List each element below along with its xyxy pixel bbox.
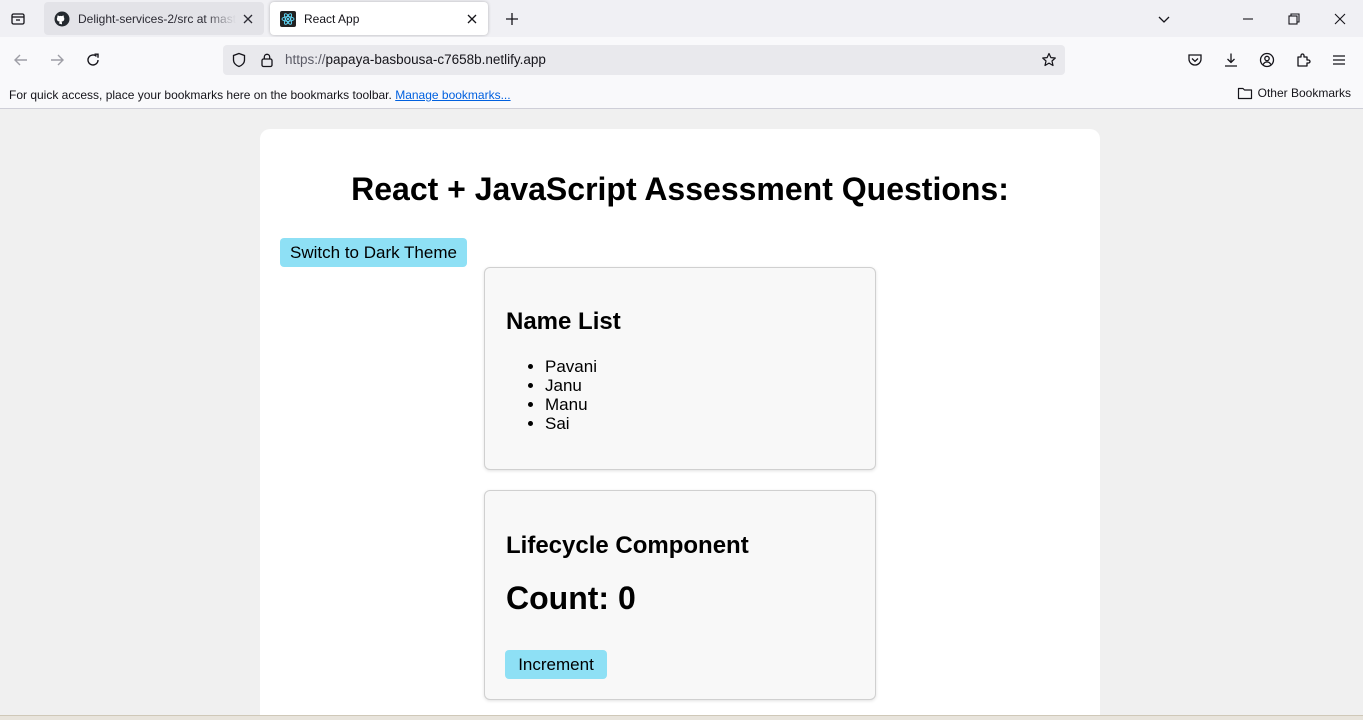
name-list-panel: Name List Pavani Janu Manu Sai — [484, 267, 876, 470]
app-container: React + JavaScript Assessment Questions:… — [260, 129, 1100, 715]
minimize-icon[interactable] — [1236, 7, 1260, 31]
close-icon[interactable] — [460, 7, 484, 31]
tab-github[interactable]: Delight-services-2/src at master — [44, 2, 264, 35]
url-text[interactable]: https://papaya-basbousa-c7658b.netlify.a… — [285, 52, 546, 67]
switch-theme-button[interactable]: Switch to Dark Theme — [280, 238, 467, 267]
menu-icon[interactable] — [1326, 47, 1352, 73]
tab-react-app[interactable]: React App — [270, 2, 488, 35]
forward-icon[interactable] — [44, 47, 70, 73]
github-icon — [54, 11, 70, 27]
close-icon[interactable] — [236, 7, 260, 31]
reload-icon[interactable] — [80, 47, 106, 73]
name-list-heading: Name List — [506, 308, 621, 335]
manage-bookmarks-link[interactable]: Manage bookmarks... — [395, 88, 510, 102]
download-icon[interactable] — [1218, 47, 1244, 73]
other-bookmarks-label: Other Bookmarks — [1257, 86, 1351, 100]
extensions-icon[interactable] — [1290, 47, 1316, 73]
tab-strip: Delight-services-2/src at master React A… — [0, 0, 1363, 37]
react-icon — [280, 10, 296, 27]
account-icon[interactable] — [1254, 47, 1280, 73]
other-bookmarks-button[interactable]: Other Bookmarks — [1237, 86, 1351, 100]
increment-button[interactable]: Increment — [505, 650, 607, 679]
navigation-bar: https://papaya-basbousa-c7658b.netlify.a… — [0, 37, 1363, 82]
list-item: Sai — [545, 414, 597, 433]
back-icon[interactable] — [8, 47, 34, 73]
list-item: Janu — [545, 376, 597, 395]
page-title: React + JavaScript Assessment Questions: — [351, 171, 1009, 207]
lifecycle-heading: Lifecycle Component — [506, 532, 749, 559]
window-bottom-edge — [0, 715, 1363, 720]
tab-title: Delight-services-2/src at master — [78, 11, 236, 26]
count-display: Count: 0 — [506, 580, 636, 616]
window-close-icon[interactable] — [1328, 7, 1352, 31]
pocket-icon[interactable] — [1182, 47, 1208, 73]
tab-list-icon[interactable] — [6, 7, 30, 31]
star-icon[interactable] — [1040, 51, 1058, 69]
restore-icon[interactable] — [1282, 7, 1306, 31]
new-tab-icon[interactable] — [500, 7, 524, 31]
folder-icon — [1237, 86, 1253, 100]
page-viewport: React + JavaScript Assessment Questions:… — [0, 109, 1363, 715]
url-bar[interactable]: https://papaya-basbousa-c7658b.netlify.a… — [223, 45, 1065, 75]
lifecycle-panel: Lifecycle Component Count: 0 Increment — [484, 490, 876, 700]
shield-icon[interactable] — [230, 51, 248, 69]
list-item: Pavani — [545, 357, 597, 376]
name-list: Pavani Janu Manu Sai — [545, 357, 597, 433]
chevron-down-icon[interactable] — [1152, 7, 1176, 31]
bookmarks-toolbar: For quick access, place your bookmarks h… — [0, 82, 1363, 109]
list-item: Manu — [545, 395, 597, 414]
bookmarks-hint: For quick access, place your bookmarks h… — [9, 88, 511, 102]
lock-icon[interactable] — [258, 51, 276, 69]
tab-title: React App — [304, 11, 360, 26]
